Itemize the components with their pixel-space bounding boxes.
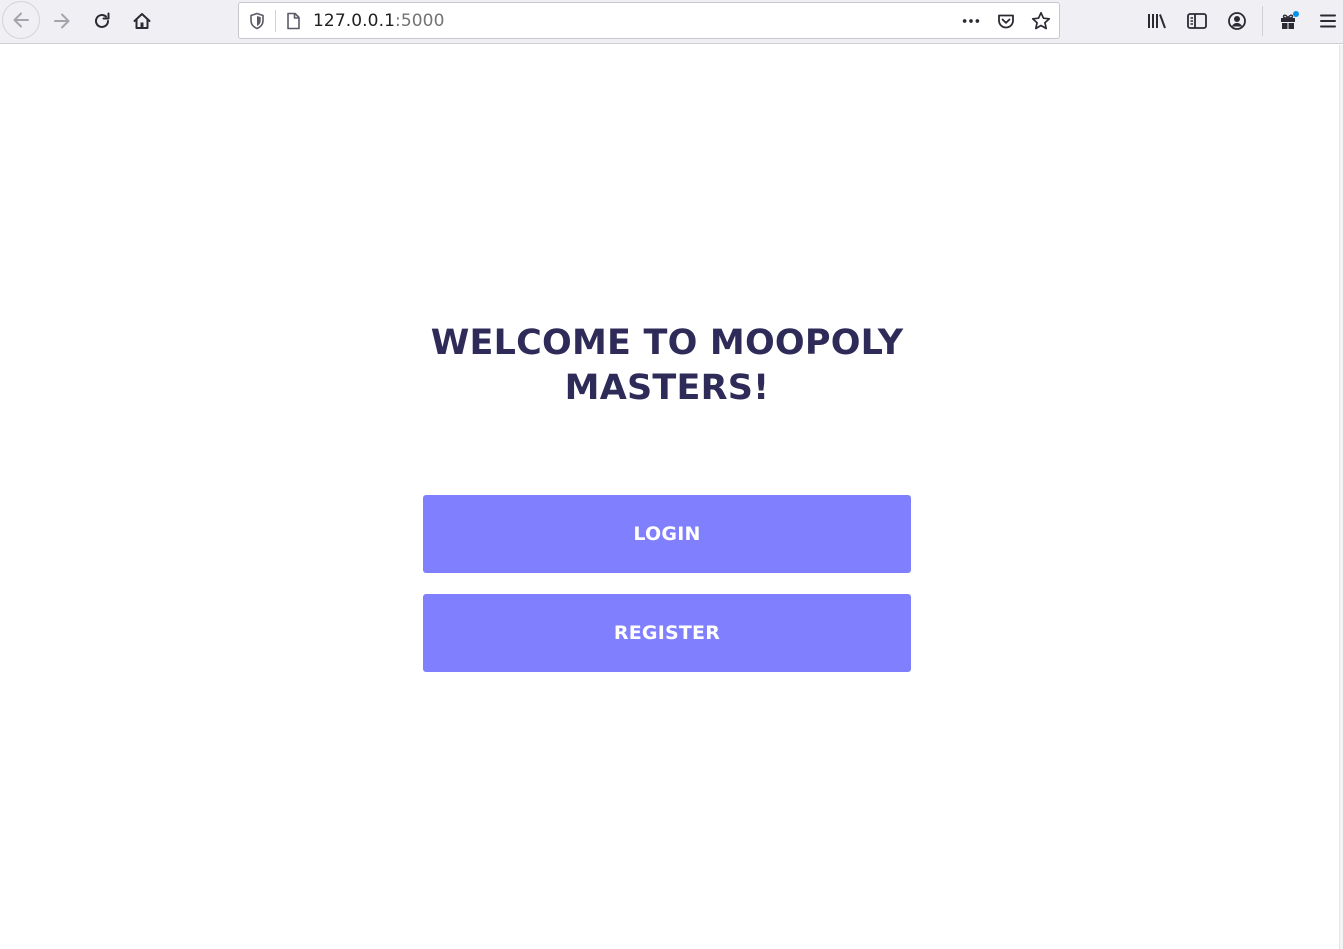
forward-arrow-icon xyxy=(54,13,70,29)
account-button[interactable] xyxy=(1220,4,1254,38)
menu-button[interactable] xyxy=(1311,4,1343,38)
gift-icon xyxy=(1281,11,1299,29)
back-arrow-icon xyxy=(13,12,29,28)
library-icon xyxy=(1148,14,1166,29)
home-icon xyxy=(133,13,151,29)
shield-icon[interactable] xyxy=(247,11,267,31)
welcome-heading: WELCOME TO MOOPOLY MASTERS! xyxy=(430,323,904,408)
home-button[interactable] xyxy=(125,4,159,38)
page-icon[interactable] xyxy=(283,11,303,31)
browser-toolbar: 127.0.0.1:5000 xyxy=(0,0,1343,44)
forward-button[interactable] xyxy=(45,4,79,38)
reload-button[interactable] xyxy=(85,4,119,38)
url-port: :5000 xyxy=(395,11,445,31)
url-host: 127.0.0.1 xyxy=(313,11,396,31)
sidebar-icon xyxy=(1187,13,1207,29)
register-button[interactable]: REGISTER xyxy=(423,594,911,672)
toolbar-separator xyxy=(1262,6,1263,36)
more-dots-icon[interactable] xyxy=(961,11,981,31)
address-bar[interactable]: 127.0.0.1:5000 xyxy=(238,2,1060,39)
account-icon xyxy=(1228,12,1246,30)
library-button[interactable] xyxy=(1140,4,1174,38)
url-text[interactable]: 127.0.0.1:5000 xyxy=(313,11,445,31)
hamburger-menu-icon xyxy=(1320,14,1336,28)
page-content: WELCOME TO MOOPOLY MASTERS! LOGIN REGIST… xyxy=(0,45,1343,949)
pocket-icon[interactable] xyxy=(996,11,1016,31)
url-divider xyxy=(275,10,276,32)
back-button[interactable] xyxy=(2,1,40,39)
login-button[interactable]: LOGIN xyxy=(423,495,911,573)
extensions-button[interactable] xyxy=(1272,4,1306,38)
star-icon[interactable] xyxy=(1031,11,1051,31)
sidebar-button[interactable] xyxy=(1180,4,1214,38)
reload-icon xyxy=(95,12,110,28)
